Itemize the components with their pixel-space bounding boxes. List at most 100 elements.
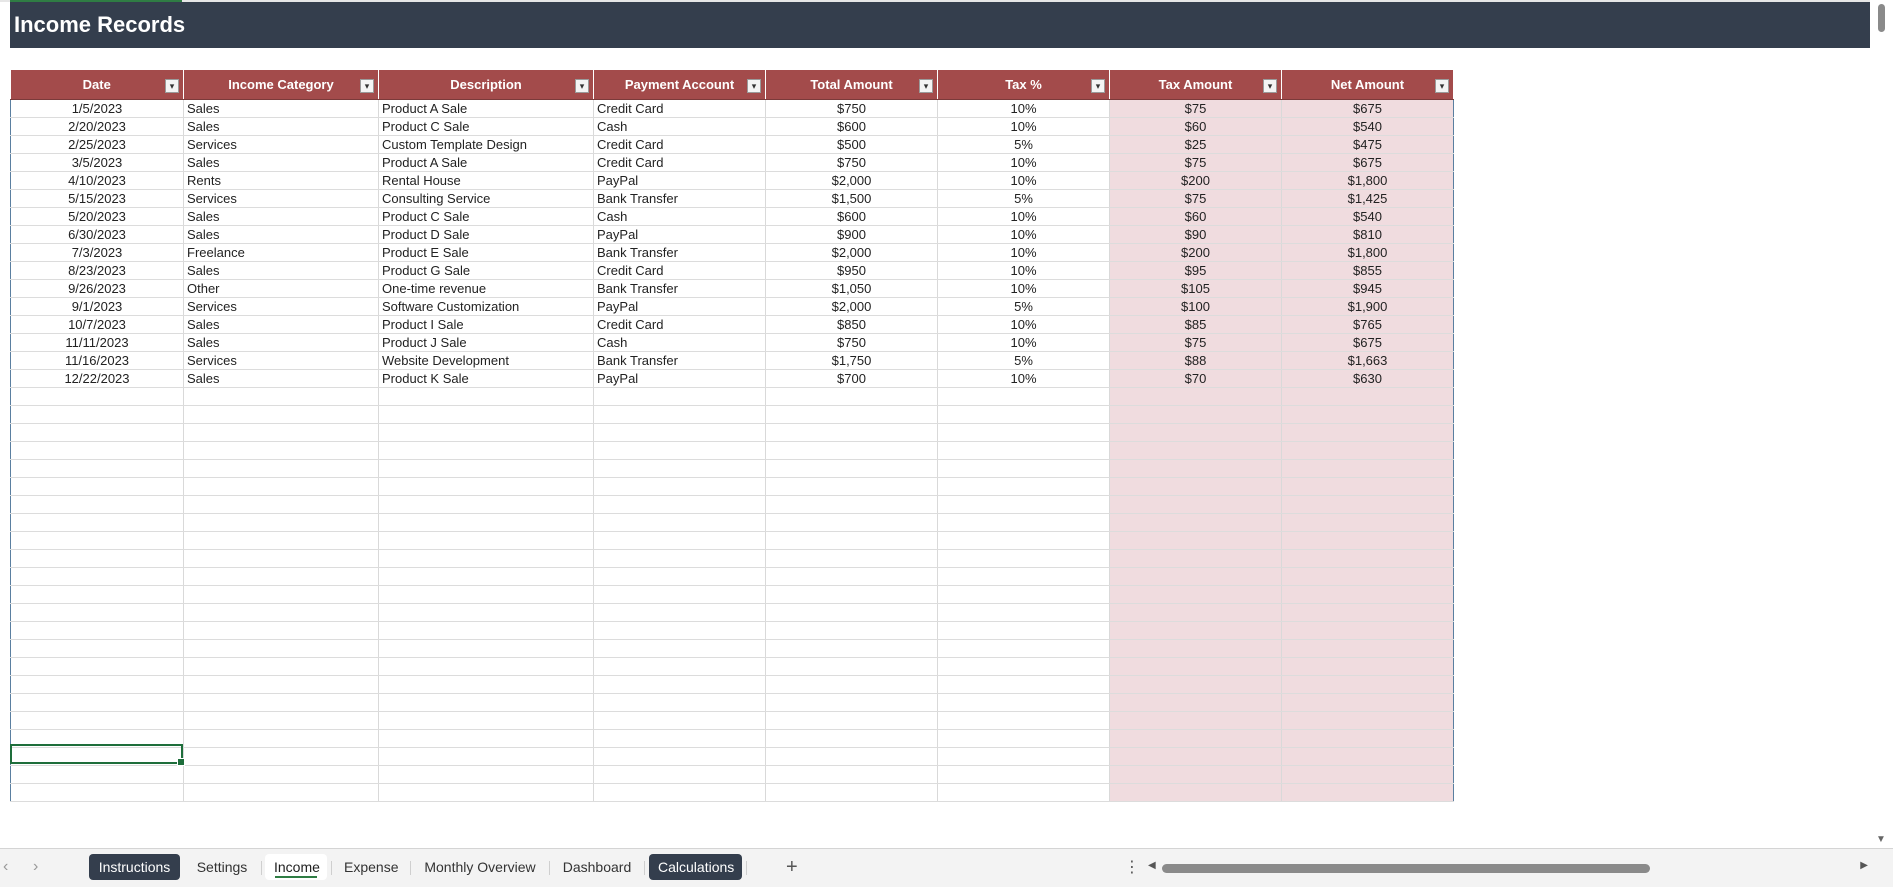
table-cell[interactable] [378, 675, 594, 694]
table-cell[interactable]: $1,500 [765, 189, 938, 208]
table-cell[interactable] [10, 423, 184, 442]
table-cell[interactable] [183, 423, 379, 442]
table-cell[interactable]: 7/3/2023 [10, 243, 184, 262]
table-cell[interactable]: $70 [1109, 369, 1282, 388]
table-cell[interactable] [765, 621, 938, 640]
table-cell[interactable] [937, 441, 1110, 460]
table-cell[interactable] [1281, 495, 1454, 514]
table-cell[interactable] [1281, 765, 1454, 784]
more-options-icon[interactable]: ⋮ [1124, 857, 1140, 877]
table-cell[interactable] [765, 513, 938, 532]
table-cell[interactable]: Sales [183, 117, 379, 136]
table-cell[interactable] [378, 531, 594, 550]
table-cell[interactable] [937, 477, 1110, 496]
table-cell[interactable] [1109, 765, 1282, 784]
table-cell[interactable] [593, 549, 766, 568]
table-cell[interactable] [1109, 513, 1282, 532]
table-cell[interactable] [593, 639, 766, 658]
scroll-down-arrow-icon[interactable]: ▼ [1876, 834, 1886, 845]
table-cell[interactable] [378, 513, 594, 532]
table-cell[interactable] [1109, 783, 1282, 802]
table-cell[interactable]: $85 [1109, 315, 1282, 334]
table-cell[interactable] [1281, 693, 1454, 712]
tab-income[interactable]: Income [265, 854, 327, 880]
table-cell[interactable] [1281, 477, 1454, 496]
table-cell[interactable] [183, 513, 379, 532]
table-cell[interactable]: $700 [765, 369, 938, 388]
table-cell[interactable]: $1,800 [1281, 243, 1454, 262]
table-cell[interactable]: 6/30/2023 [10, 225, 184, 244]
table-cell[interactable] [1109, 729, 1282, 748]
table-cell[interactable]: $1,663 [1281, 351, 1454, 370]
table-cell[interactable] [937, 549, 1110, 568]
table-cell[interactable] [378, 477, 594, 496]
table-cell[interactable]: Website Development [378, 351, 594, 370]
filter-dropdown-icon[interactable]: ▾ [1435, 79, 1449, 93]
table-cell[interactable]: 11/11/2023 [10, 333, 184, 352]
table-cell[interactable]: $105 [1109, 279, 1282, 298]
table-cell[interactable] [10, 603, 184, 622]
table-cell[interactable] [1281, 747, 1454, 766]
tab-instructions[interactable]: Instructions [89, 854, 180, 880]
column-header-tax[interactable]: Tax % ▾ [937, 70, 1110, 100]
table-cell[interactable] [10, 783, 184, 802]
table-cell[interactable] [183, 639, 379, 658]
table-cell[interactable] [765, 585, 938, 604]
table-cell[interactable]: PayPal [593, 297, 766, 316]
table-cell[interactable] [765, 387, 938, 406]
table-cell[interactable] [378, 405, 594, 424]
table-cell[interactable] [937, 693, 1110, 712]
table-cell[interactable] [765, 423, 938, 442]
tab-settings[interactable]: Settings [187, 854, 257, 880]
table-cell[interactable] [1281, 657, 1454, 676]
table-cell[interactable]: $540 [1281, 117, 1454, 136]
table-cell[interactable] [10, 513, 184, 532]
table-cell[interactable] [765, 765, 938, 784]
table-cell[interactable] [593, 711, 766, 730]
table-cell[interactable] [378, 549, 594, 568]
table-cell[interactable] [1281, 621, 1454, 640]
table-cell[interactable] [378, 567, 594, 586]
table-cell[interactable] [765, 441, 938, 460]
table-cell[interactable] [183, 567, 379, 586]
table-cell[interactable] [1109, 423, 1282, 442]
table-cell[interactable] [183, 675, 379, 694]
table-cell[interactable] [765, 675, 938, 694]
table-cell[interactable] [378, 657, 594, 676]
table-cell[interactable] [183, 657, 379, 676]
column-header-description[interactable]: Description ▾ [378, 70, 594, 100]
table-cell[interactable]: $810 [1281, 225, 1454, 244]
table-cell[interactable]: Product J Sale [378, 333, 594, 352]
table-cell[interactable]: Product G Sale [378, 261, 594, 280]
table-cell[interactable] [378, 387, 594, 406]
table-cell[interactable] [765, 603, 938, 622]
table-cell[interactable] [10, 711, 184, 730]
table-cell[interactable]: $60 [1109, 207, 1282, 226]
table-cell[interactable] [937, 603, 1110, 622]
table-cell[interactable] [765, 693, 938, 712]
table-cell[interactable] [1109, 405, 1282, 424]
table-cell[interactable]: Product I Sale [378, 315, 594, 334]
table-cell[interactable]: $1,425 [1281, 189, 1454, 208]
table-cell[interactable]: $950 [765, 261, 938, 280]
table-cell[interactable] [378, 621, 594, 640]
table-cell[interactable] [937, 585, 1110, 604]
table-cell[interactable]: Cash [593, 117, 766, 136]
table-cell[interactable] [183, 531, 379, 550]
table-cell[interactable]: 10% [937, 369, 1110, 388]
table-cell[interactable] [937, 657, 1110, 676]
table-cell[interactable] [1109, 531, 1282, 550]
table-cell[interactable] [378, 639, 594, 658]
table-cell[interactable] [765, 549, 938, 568]
table-cell[interactable] [1281, 639, 1454, 658]
table-cell[interactable]: $675 [1281, 333, 1454, 352]
table-cell[interactable] [1281, 531, 1454, 550]
table-cell[interactable]: Rents [183, 171, 379, 190]
table-cell[interactable] [765, 531, 938, 550]
table-cell[interactable] [593, 621, 766, 640]
table-cell[interactable] [593, 729, 766, 748]
table-cell[interactable] [937, 531, 1110, 550]
table-cell[interactable]: $855 [1281, 261, 1454, 280]
table-cell[interactable] [183, 477, 379, 496]
table-cell[interactable]: Freelance [183, 243, 379, 262]
